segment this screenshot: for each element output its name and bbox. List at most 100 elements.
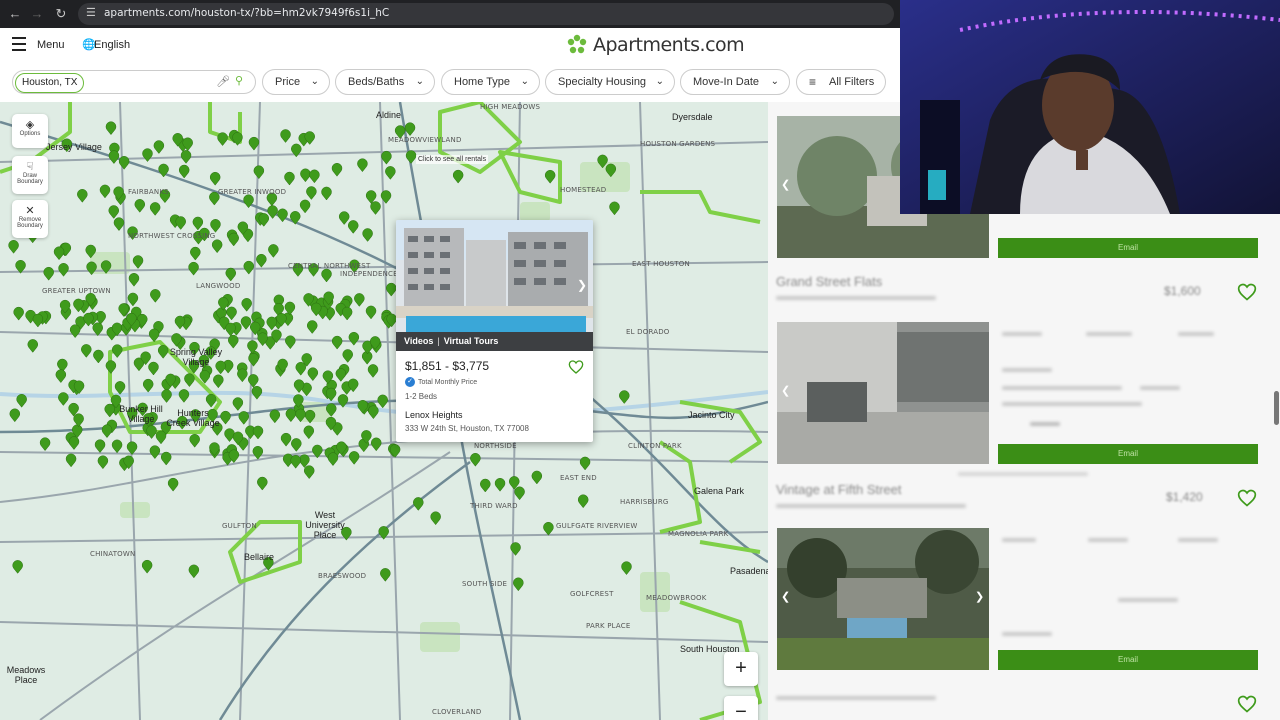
map-pin xyxy=(167,477,179,492)
map-label: Bunker Hill Village xyxy=(119,404,163,424)
remove-boundary-button[interactable]: ✕ Remove Boundary xyxy=(12,200,48,238)
map-pin xyxy=(348,331,360,346)
site-settings-icon[interactable]: ☰ xyxy=(86,6,96,19)
virtual-tours-badge[interactable]: Virtual Tours xyxy=(444,336,499,346)
location-chip[interactable]: Houston, TX xyxy=(15,73,85,93)
map-pin xyxy=(621,561,632,575)
microphone-icon[interactable]: 🎤︎ xyxy=(216,75,230,88)
zoom-out-button[interactable]: − xyxy=(724,696,758,720)
email-button[interactable]: Email xyxy=(998,650,1258,670)
map-pin xyxy=(347,220,359,234)
map-pin xyxy=(77,189,88,203)
map-pin xyxy=(58,392,69,406)
blur-detail xyxy=(1118,598,1178,602)
listing-photo[interactable]: ❮ ❯ xyxy=(777,528,989,670)
beds-baths-filter[interactable]: Beds/Baths ⌄ xyxy=(335,69,435,95)
next-photo-icon[interactable]: ❯ xyxy=(577,278,587,292)
listing-photo[interactable] xyxy=(396,220,593,351)
options-button[interactable]: ◈ Options xyxy=(12,114,48,148)
map-pin xyxy=(285,408,297,423)
listing-title[interactable]: Vintage at Fifth Street xyxy=(776,482,902,497)
checkmark-icon: ✓ xyxy=(405,377,415,387)
map-label: Hunters Creek Village xyxy=(166,408,220,428)
listing-popup[interactable]: ❯ Videos | Virtual Tours $1,851 - $3,775 ✓… xyxy=(396,220,593,442)
map-canvas[interactable] xyxy=(0,102,768,720)
popup-property-name[interactable]: Lenox Heights xyxy=(405,410,463,420)
zoom-in-button[interactable]: + xyxy=(724,652,758,686)
previous-photo-icon[interactable]: ❮ xyxy=(781,590,790,603)
listing-title[interactable]: Grand Street Flats xyxy=(776,274,882,289)
previous-photo-icon[interactable]: ❮ xyxy=(781,384,790,397)
menu-label[interactable]: Menu xyxy=(37,39,65,51)
map-pin xyxy=(65,453,77,468)
map-pin xyxy=(544,169,556,184)
map-label: NORTHWEST CROSSING xyxy=(128,232,216,240)
videos-badge[interactable]: Videos xyxy=(404,336,433,346)
price-filter[interactable]: Price ⌄ xyxy=(262,69,330,95)
search-input[interactable]: Houston, TX 🎤︎ ⚲ xyxy=(12,70,256,94)
search-icon[interactable]: ⚲ xyxy=(235,74,243,87)
map-pin xyxy=(192,216,204,231)
chevron-down-icon: ⌄ xyxy=(310,76,319,87)
favorite-heart-icon[interactable] xyxy=(1236,694,1258,714)
all-filters-label: All Filters xyxy=(829,76,875,88)
map-pin xyxy=(285,335,296,350)
map-pin xyxy=(149,202,161,216)
map-label: HOMESTEAD xyxy=(560,186,607,194)
favorite-heart-icon[interactable] xyxy=(1236,488,1258,508)
map-label: EAST END xyxy=(560,474,597,482)
map-label: Pasadena xyxy=(730,566,768,576)
back-icon[interactable]: ← xyxy=(6,5,24,23)
next-photo-icon[interactable]: ❯ xyxy=(975,590,984,603)
map-pin xyxy=(321,186,332,201)
map-label: NORTHSIDE xyxy=(474,442,517,450)
map-pin xyxy=(213,374,224,389)
map-boundary-line xyxy=(699,540,761,554)
forward-icon[interactable]: → xyxy=(28,5,46,23)
language-selector[interactable]: English xyxy=(94,39,130,51)
map-pin xyxy=(280,432,292,447)
map-pin xyxy=(470,452,481,467)
move-in-date-filter-label: Move-In Date xyxy=(693,76,760,88)
popup-price: $1,851 - $3,775 xyxy=(405,359,490,373)
map-pin xyxy=(380,568,391,582)
email-button[interactable]: Email xyxy=(998,444,1258,464)
all-filters-button[interactable]: ≡ All Filters xyxy=(796,69,886,95)
click-hint[interactable]: Click to see all rentals xyxy=(416,155,489,164)
scrollbar-thumb[interactable] xyxy=(1274,391,1279,425)
listing-photo[interactable]: ❮ xyxy=(777,322,989,464)
map-label: GREATER INWOOD xyxy=(218,188,287,196)
map-boundary-line xyxy=(640,190,761,224)
map[interactable]: ◈ Options ☟ Draw Boundary ✕ Remove Bound… xyxy=(0,102,768,720)
map-pin xyxy=(53,246,65,261)
map-pin xyxy=(368,405,379,420)
map-pin xyxy=(99,184,111,199)
map-pin xyxy=(228,334,239,349)
map-label: GULFTON xyxy=(222,522,257,530)
specialty-housing-filter[interactable]: Specialty Housing ⌄ xyxy=(545,69,675,95)
browser-toolbar: ← → ↻ ☰ apartments.com/houston-tx/?bb=hm… xyxy=(0,0,900,28)
map-pin xyxy=(111,439,123,454)
map-pin xyxy=(81,344,92,358)
address-bar[interactable]: ☰ apartments.com/houston-tx/?bb=hm2vk794… xyxy=(78,3,894,25)
previous-photo-icon[interactable]: ❮ xyxy=(781,178,790,191)
draw-boundary-button[interactable]: ☟ Draw Boundary xyxy=(12,156,48,194)
chevron-down-icon: ⌄ xyxy=(415,76,424,87)
menu-icon[interactable] xyxy=(12,37,26,55)
email-button[interactable]: Email xyxy=(998,238,1258,258)
reload-icon[interactable]: ↻ xyxy=(52,5,70,23)
map-pin xyxy=(248,352,259,367)
map-pin xyxy=(237,368,248,383)
map-pin xyxy=(238,411,250,425)
map-pin xyxy=(118,156,130,170)
favorite-heart-icon[interactable] xyxy=(1236,282,1258,302)
blur-detail xyxy=(1002,538,1036,542)
home-type-filter[interactable]: Home Type ⌄ xyxy=(441,69,540,95)
map-pin xyxy=(257,476,268,491)
favorite-heart-icon[interactable] xyxy=(568,359,584,375)
map-pin xyxy=(290,455,301,469)
move-in-date-filter[interactable]: Move-In Date ⌄ xyxy=(680,69,790,95)
map-pin xyxy=(331,162,343,177)
map-label: SOUTH SIDE xyxy=(462,580,508,588)
map-pin xyxy=(149,445,161,460)
